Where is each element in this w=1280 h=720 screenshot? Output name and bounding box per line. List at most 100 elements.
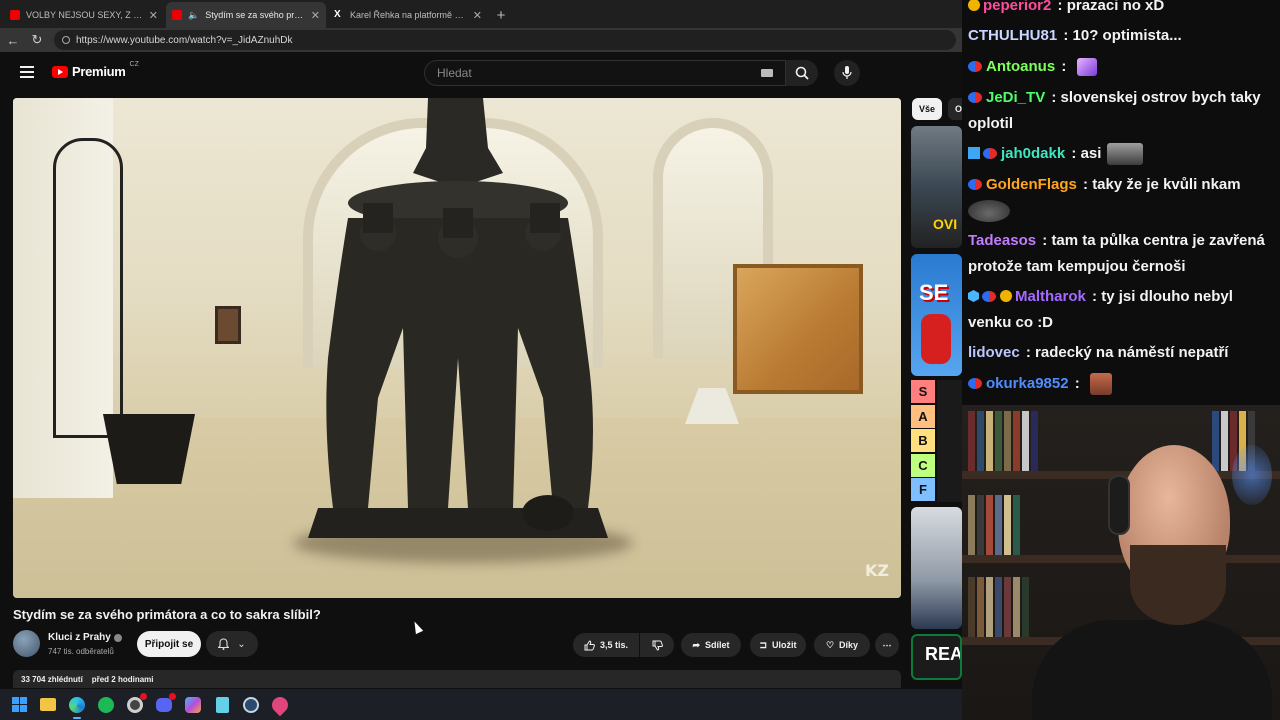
dislike-button[interactable] [640, 633, 674, 657]
subscriber-badge-icon [982, 291, 996, 302]
steam-icon[interactable] [242, 696, 260, 714]
description-box[interactable]: 33 704 zhlédnutí před 2 hodinami [13, 670, 901, 688]
thumbs-up-icon [584, 639, 595, 650]
youtube-icon [172, 10, 182, 20]
screen: VOLBY NEJSOU SEXY, Z NICH NEMŮ ✕ 🔈 Stydí… [0, 0, 1280, 720]
chat-username[interactable]: jah0dakk [1001, 145, 1065, 162]
chat-text: prazaci no xD [1066, 0, 1165, 14]
share-icon: ➦ [692, 639, 701, 650]
youtube-icon [10, 10, 20, 20]
bookmark-icon: ⊐ [759, 639, 768, 650]
chat-username[interactable]: okurka9852 [986, 375, 1069, 392]
browser-tab[interactable]: VOLBY NEJSOU SEXY, Z NICH NEMŮ ✕ [4, 2, 164, 28]
chat-username[interactable]: CTHULHU81 [968, 27, 1057, 44]
chat-separator: : [1070, 375, 1084, 392]
url-text: https://www.youtube.com/watch?v=_JidAZnu… [76, 34, 293, 46]
subscriber-badge-icon [968, 378, 982, 389]
like-button[interactable]: 3,5 tis. [573, 633, 639, 657]
save-label: Uložit [772, 640, 797, 650]
more-actions-button[interactable]: ⋯ [875, 633, 899, 657]
view-count: 33 704 zhlédnutí [21, 675, 83, 684]
spotify-icon[interactable] [97, 696, 115, 714]
recommendation-thumbnail[interactable]: OVI [911, 126, 962, 248]
notifications-button[interactable]: ⌄ [206, 631, 258, 657]
chat-username[interactable]: lidovec [968, 344, 1020, 361]
site-info-icon[interactable] [62, 36, 70, 44]
cube-badge-icon [968, 290, 979, 302]
published-time: před 2 hodinami [91, 675, 154, 684]
books [968, 411, 1038, 471]
close-icon[interactable]: ✕ [149, 9, 158, 22]
webcam-overlay [962, 405, 1280, 720]
microphone-icon [842, 66, 852, 79]
menu-icon[interactable] [20, 66, 34, 78]
video-title: Stydím se za svého primátora a co to sak… [13, 607, 321, 622]
subscriber-count: 747 tis. odběratelů [48, 647, 114, 656]
browser-tab[interactable]: X Karel Řehka na platformě X: „Po v ✕ [328, 2, 488, 28]
browser-tab-active[interactable]: 🔈 Stydím se za svého primátora ✕ [166, 2, 326, 28]
video-player[interactable]: KZ [13, 98, 901, 598]
notepad-icon[interactable] [213, 696, 231, 714]
youtube-logo[interactable]: Premium CZ [52, 61, 139, 79]
tab-title: Karel Řehka na platformě X: „Po v [350, 10, 467, 20]
keyboard-icon[interactable] [761, 69, 773, 77]
save-button[interactable]: ⊐ Uložit [750, 633, 806, 657]
chat-message: jah0dakk : asi [968, 141, 1276, 167]
search-icon [795, 66, 809, 80]
close-icon[interactable]: ✕ [473, 9, 482, 22]
blue-light [1232, 445, 1272, 505]
bookshelf [962, 555, 1280, 563]
channel-name-row[interactable]: Kluci z Prahy [48, 632, 122, 643]
chat-separator: : [1053, 0, 1067, 14]
like-count: 3,5 tis. [599, 640, 628, 650]
chat-username[interactable]: GoldenFlags [986, 176, 1077, 193]
logo-text: Premium [72, 64, 126, 79]
copilot-icon[interactable] [184, 696, 202, 714]
video-frame-relief [733, 264, 863, 394]
new-tab-button[interactable]: + [490, 2, 512, 28]
chat-message: Tadeasos : tam ta půlka centra je zavřen… [968, 228, 1276, 280]
chat-separator: : [1057, 58, 1071, 75]
tier-label: F [911, 478, 935, 501]
channel-name[interactable]: Kluci z Prahy [48, 632, 111, 643]
channel-watermark[interactable]: KZ [865, 561, 889, 580]
statue-silhouette [308, 98, 608, 538]
chrome-icon[interactable] [126, 692, 147, 714]
search-button[interactable] [786, 60, 818, 86]
reload-icon[interactable]: ↻ [30, 32, 44, 48]
logo-region: CZ [129, 61, 139, 68]
back-icon[interactable]: ← [6, 33, 20, 48]
chat-username[interactable]: Antoanus [986, 58, 1055, 75]
join-button[interactable]: Připojit se [137, 631, 201, 657]
headset-icon [1108, 475, 1130, 535]
filter-chip-all[interactable]: Vše [912, 98, 942, 120]
speaker-icon[interactable]: 🔈 [188, 10, 199, 21]
thanks-button[interactable]: ♡ Díky [814, 633, 870, 657]
channel-avatar[interactable] [13, 630, 40, 657]
bell-icon [218, 638, 230, 650]
url-field[interactable]: https://www.youtube.com/watch?v=_JidAZnu… [54, 30, 956, 50]
subscriber-badge-icon [983, 148, 997, 159]
browser-tab-strip: VOLBY NEJSOU SEXY, Z NICH NEMŮ ✕ 🔈 Stydí… [0, 0, 962, 28]
recommendation-thumbnail[interactable]: REA [911, 634, 962, 680]
share-button[interactable]: ➦ Sdílet [681, 633, 741, 657]
recommendation-thumbnail[interactable]: SE [911, 254, 962, 376]
file-explorer-icon[interactable] [39, 696, 57, 714]
recommendation-thumbnail[interactable]: SABCF [911, 380, 962, 502]
chat-username[interactable]: peperior2 [983, 0, 1051, 14]
close-icon[interactable]: ✕ [311, 9, 320, 22]
search-input[interactable]: Hledat [424, 60, 786, 86]
edge-icon[interactable] [68, 696, 86, 719]
voice-search-button[interactable] [834, 60, 860, 86]
chevron-down-icon: ⌄ [237, 638, 246, 650]
chat-username[interactable]: Tadeasos [968, 232, 1036, 249]
chat-username[interactable]: JeDi_TV [986, 89, 1045, 106]
recommendation-thumbnail[interactable] [911, 507, 962, 629]
video-frame-door [13, 98, 123, 498]
discord-icon[interactable] [155, 692, 176, 714]
chat-username[interactable]: Maltharok [1015, 288, 1086, 305]
books [968, 577, 1029, 637]
windows-start-icon[interactable] [10, 696, 28, 714]
maps-icon[interactable] [268, 693, 292, 716]
subscriber-badge-icon [968, 179, 982, 190]
